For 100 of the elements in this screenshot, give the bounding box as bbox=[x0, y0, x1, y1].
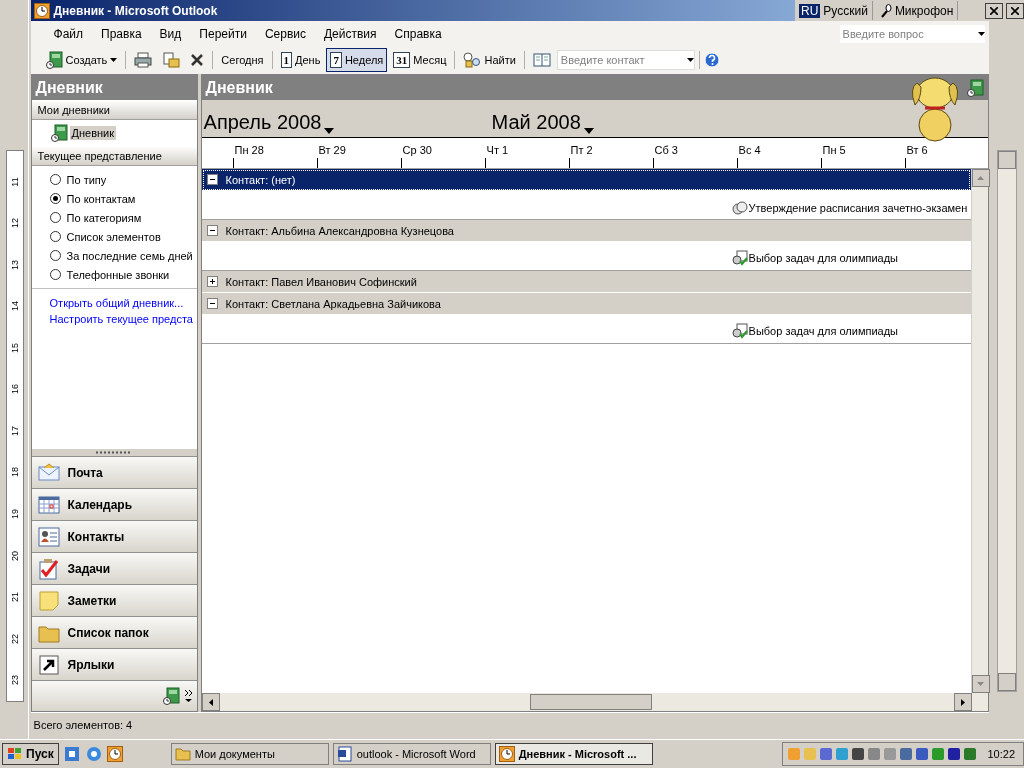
view-option-label[interactable]: Телефонные звонки bbox=[66, 268, 170, 281]
menu-item[interactable]: Действия bbox=[315, 24, 386, 43]
menu-item[interactable]: Сервис bbox=[255, 24, 315, 43]
tray-icon[interactable] bbox=[915, 747, 930, 761]
group-header[interactable]: Контакт: (нет) bbox=[201, 169, 971, 191]
menu-item[interactable]: Вид bbox=[150, 24, 191, 43]
taskbar-button[interactable]: outlook - Microsoft Word bbox=[332, 743, 491, 765]
group-label: Контакт: Альбина Александровна Кузнецова bbox=[225, 224, 454, 237]
dropdown-arrow-icon[interactable] bbox=[324, 128, 335, 134]
move-to-folder-icon[interactable] bbox=[162, 52, 181, 68]
help-search-field[interactable]: Введите вопрос bbox=[839, 24, 985, 43]
journal-entry[interactable]: Выбор задач для олимпиады bbox=[731, 323, 899, 339]
printer-icon[interactable] bbox=[134, 52, 153, 68]
month-label[interactable]: Апрель 2008 bbox=[203, 111, 322, 134]
journal-shortcut-icon bbox=[161, 687, 180, 706]
splitter-grip-icon[interactable] bbox=[96, 451, 133, 455]
browser-icon[interactable] bbox=[84, 745, 103, 763]
navigation-button[interactable]: Почта bbox=[31, 456, 197, 489]
tray-icon[interactable] bbox=[851, 747, 866, 761]
dropdown-arrow-icon[interactable] bbox=[977, 31, 985, 36]
collapse-icon[interactable] bbox=[206, 298, 218, 309]
navigation-button[interactable]: Задачи bbox=[31, 552, 197, 585]
day-label: Сб 3 bbox=[654, 144, 678, 156]
more-buttons-icon[interactable] bbox=[183, 689, 193, 704]
group-header[interactable]: Контакт: Павел Иванович Софинский bbox=[201, 271, 971, 293]
delete-icon[interactable] bbox=[190, 53, 205, 67]
contact-search-field[interactable]: Введите контакт bbox=[556, 50, 695, 70]
scroll-right-arrow-icon[interactable] bbox=[960, 698, 965, 706]
group-header[interactable]: Контакт: Альбина Александровна Кузнецова bbox=[201, 220, 971, 242]
new-journal-icon bbox=[44, 51, 63, 69]
view-option-label[interactable]: Список элементов bbox=[66, 230, 161, 243]
new-button[interactable]: Создать bbox=[40, 48, 122, 72]
radio-button[interactable] bbox=[49, 174, 61, 185]
radio-button[interactable] bbox=[49, 231, 61, 242]
view-option-label[interactable]: По категориям bbox=[66, 211, 142, 224]
radio-button[interactable] bbox=[49, 269, 61, 280]
dropdown-arrow-icon[interactable] bbox=[686, 58, 694, 62]
tray-icon[interactable] bbox=[963, 747, 978, 761]
view-option-label[interactable]: За последние семь дней bbox=[66, 249, 193, 262]
group-header[interactable]: Контакт: Светлана Аркадьевна Зайчикова bbox=[201, 293, 971, 315]
radio-button[interactable] bbox=[49, 212, 61, 223]
navigation-button[interactable]: Календарь bbox=[31, 488, 197, 521]
navigation-button[interactable]: Заметки bbox=[31, 584, 197, 617]
folder-icon bbox=[174, 746, 191, 762]
journal-entry[interactable]: Выбор задач для олимпиады bbox=[731, 250, 899, 266]
menu-item[interactable]: Правка bbox=[92, 24, 151, 43]
menu-item[interactable]: Перейти bbox=[190, 24, 256, 43]
quick-launch-icon[interactable] bbox=[62, 745, 81, 763]
find-button[interactable]: Найти bbox=[459, 48, 520, 72]
month-label[interactable]: Май 2008 bbox=[491, 111, 581, 134]
view-option-label[interactable]: По типу bbox=[66, 173, 107, 186]
view-button[interactable]: 1 День bbox=[276, 48, 325, 72]
navigation-button[interactable]: Ярлыки bbox=[31, 648, 197, 681]
view-option-label[interactable]: По контактам bbox=[66, 192, 136, 205]
navigation-button[interactable]: Контакты bbox=[31, 520, 197, 553]
dropdown-arrow-icon[interactable] bbox=[583, 128, 594, 134]
section-header: Мои дневники bbox=[31, 100, 197, 120]
journal-entry[interactable]: Утверждение расписания зачетно-экзамен bbox=[731, 201, 968, 215]
collapse-icon[interactable] bbox=[206, 174, 218, 185]
menu-item[interactable]: Файл bbox=[44, 24, 93, 43]
ruler-number: 17 bbox=[9, 425, 20, 436]
day-label: Вс 4 bbox=[738, 144, 761, 156]
day-label: Ср 30 bbox=[402, 144, 432, 156]
today-button[interactable]: Сегодня bbox=[217, 48, 268, 72]
taskbar-button[interactable]: Дневник - Microsoft ... bbox=[494, 743, 653, 765]
tray-icon[interactable] bbox=[899, 747, 914, 761]
day-label: Пт 2 bbox=[570, 144, 593, 156]
group-label: Контакт: Светлана Аркадьевна Зайчикова bbox=[225, 297, 441, 310]
microphone-label[interactable]: Микрофон bbox=[894, 3, 954, 18]
language-label[interactable]: Русский bbox=[823, 3, 868, 18]
language-code[interactable]: RU bbox=[799, 3, 821, 18]
document-scrollbar[interactable] bbox=[997, 150, 1018, 692]
horizontal-scrollbar[interactable] bbox=[201, 693, 988, 712]
microphone-icon[interactable] bbox=[879, 3, 892, 18]
menu-item[interactable]: Справка bbox=[385, 24, 451, 43]
radio-button[interactable] bbox=[49, 250, 61, 261]
start-button[interactable]: Пуск bbox=[2, 743, 59, 765]
journal-folder-item[interactable]: Дневник bbox=[69, 126, 117, 140]
address-book-icon[interactable] bbox=[532, 52, 551, 68]
close-icon[interactable] bbox=[1011, 6, 1019, 15]
ruler-number: 15 bbox=[9, 342, 20, 353]
caret-icon[interactable] bbox=[110, 58, 118, 62]
radio-button[interactable] bbox=[49, 193, 61, 204]
day-label: Пн 28 bbox=[234, 144, 264, 156]
expand-icon[interactable] bbox=[206, 276, 218, 287]
collapse-icon[interactable] bbox=[206, 225, 218, 236]
help-icon[interactable] bbox=[703, 52, 720, 68]
taskbar-button[interactable]: Мои документы bbox=[170, 743, 329, 765]
pane-link[interactable]: Открыть общий дневник... bbox=[49, 297, 197, 309]
close-icon[interactable] bbox=[990, 6, 998, 15]
find-icon[interactable] bbox=[463, 52, 482, 68]
pane-link[interactable]: Настроить текущее предста bbox=[49, 313, 197, 325]
navigation-button[interactable]: Список папок bbox=[31, 616, 197, 649]
close-button[interactable] bbox=[985, 2, 1003, 19]
close-button[interactable] bbox=[1006, 2, 1024, 19]
ruler-number: 11 bbox=[9, 177, 20, 187]
tray-icon[interactable] bbox=[947, 747, 962, 761]
scroll-left-arrow-icon[interactable] bbox=[208, 698, 213, 706]
view-button[interactable]: 7 Неделя bbox=[326, 48, 388, 72]
view-button[interactable]: 31 Месяц bbox=[389, 48, 451, 72]
